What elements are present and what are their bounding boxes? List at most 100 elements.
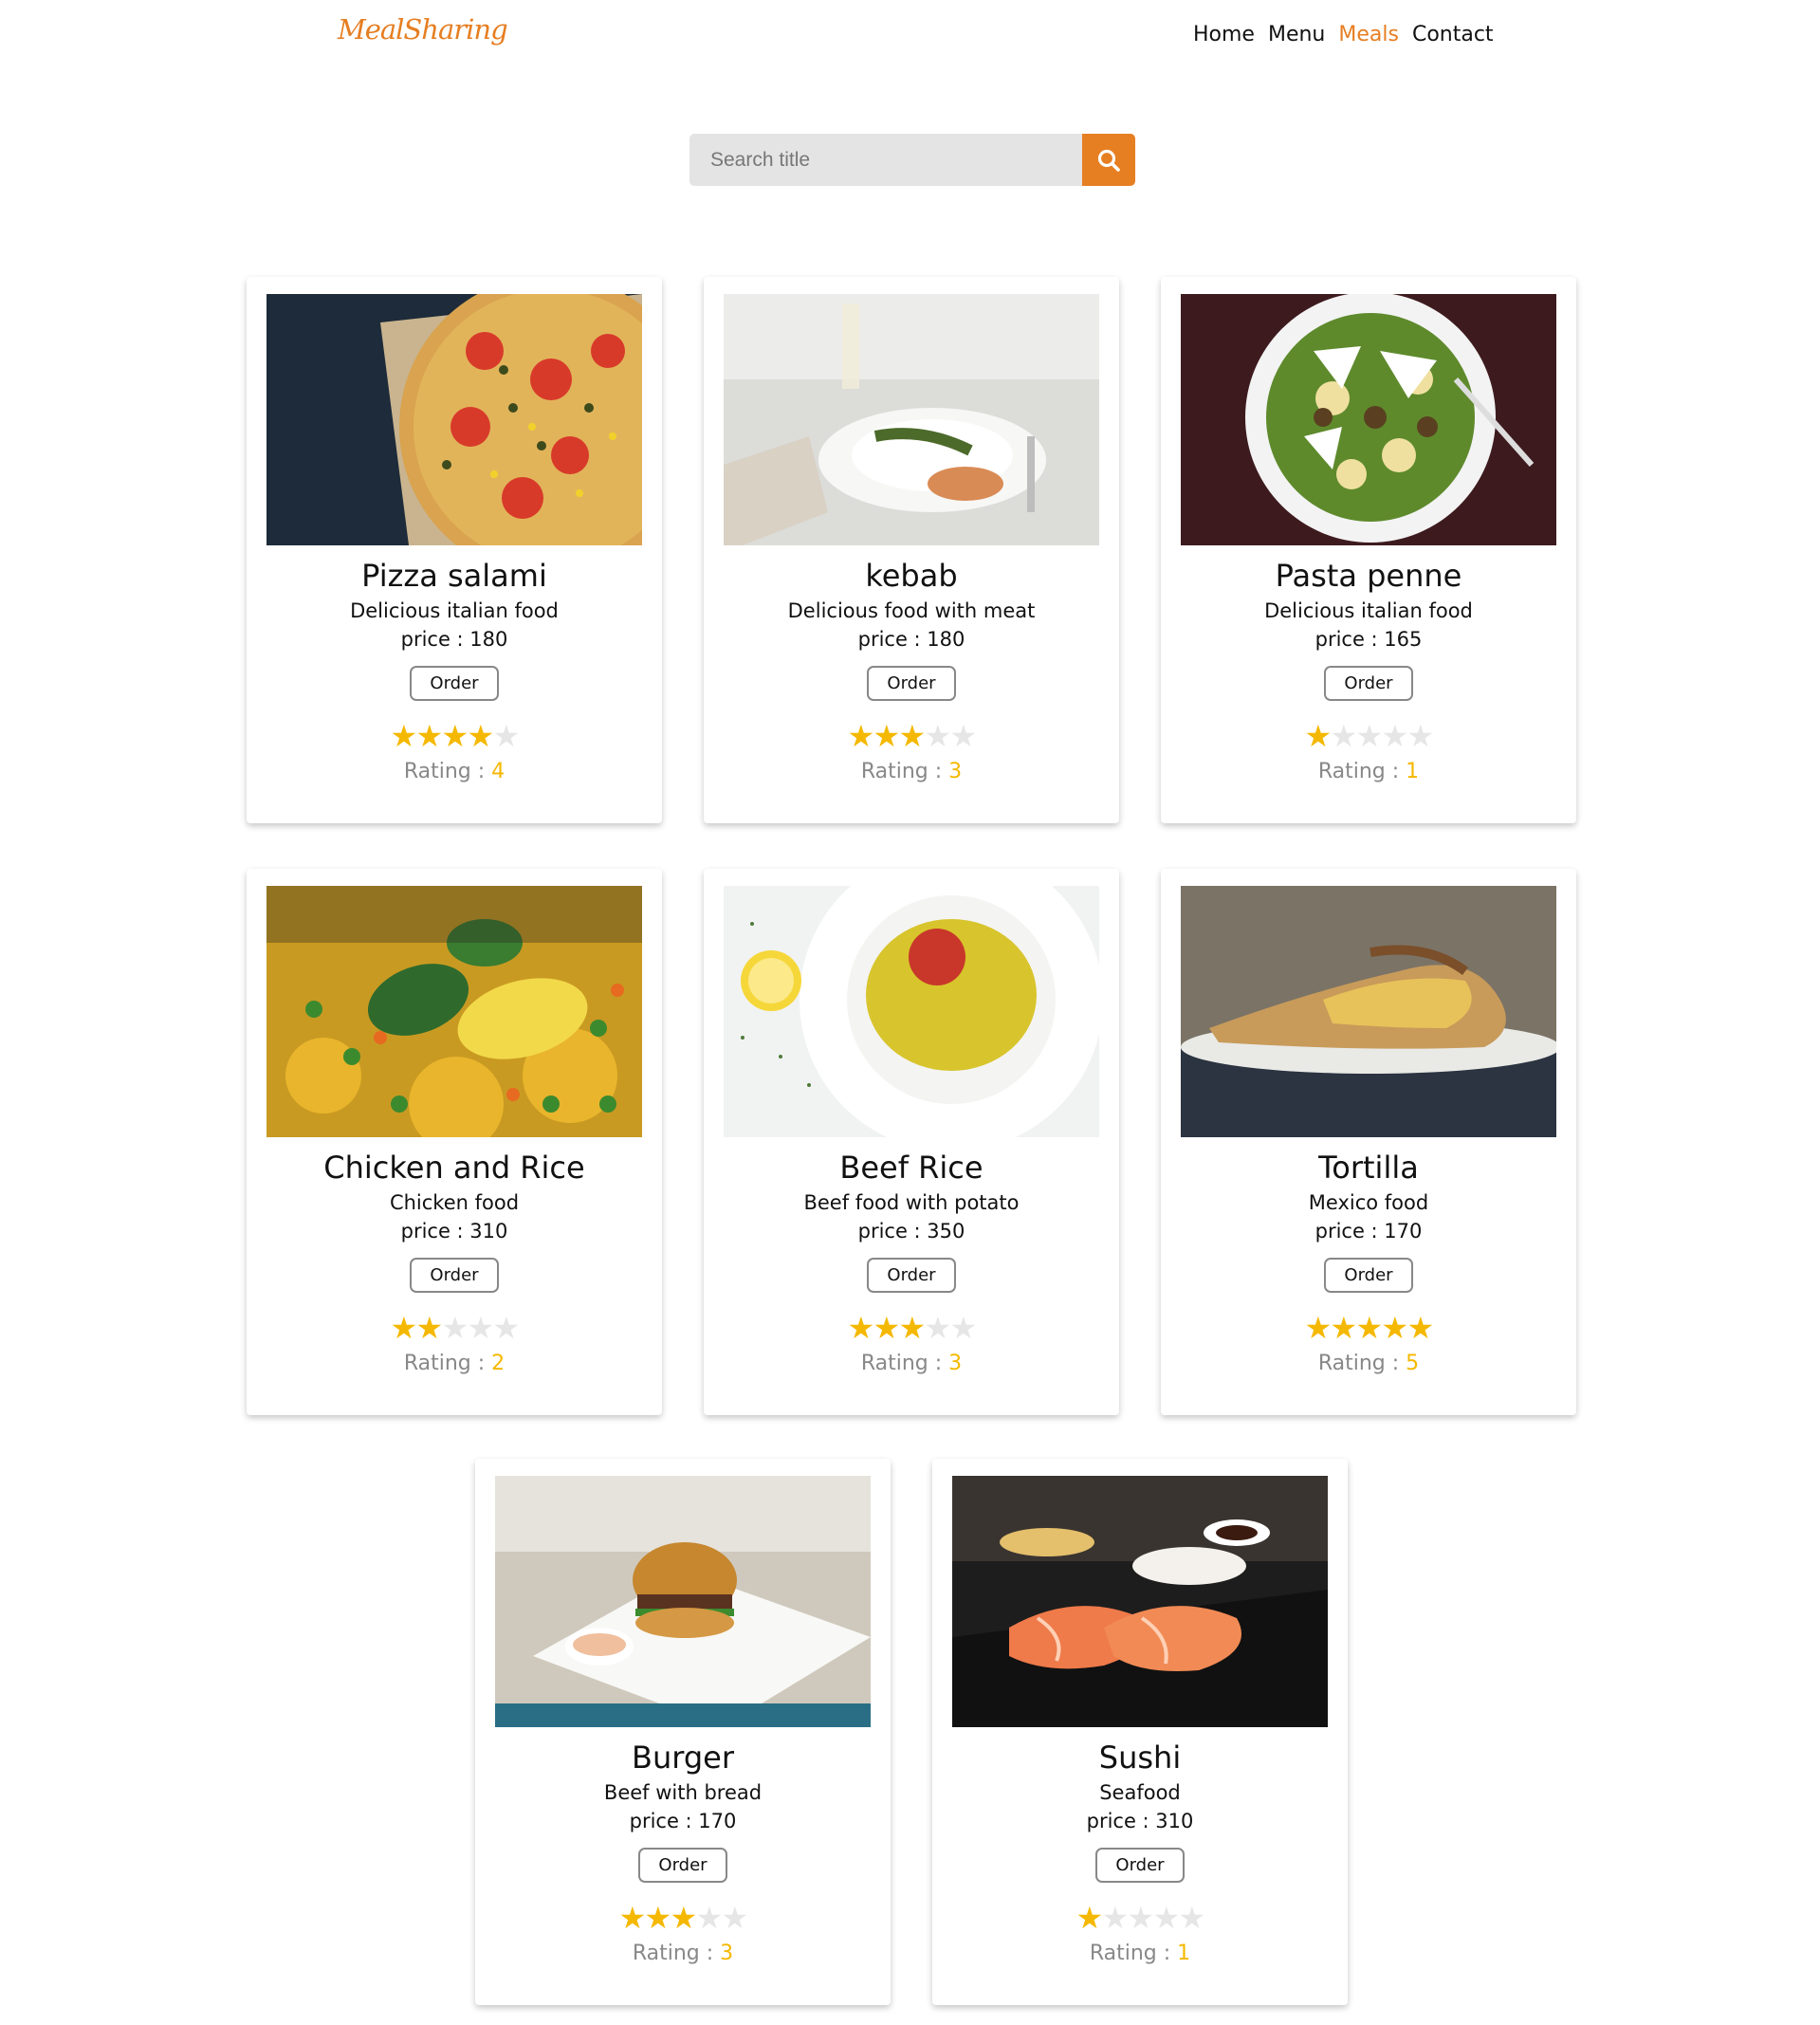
star-icon: ★ <box>949 718 978 754</box>
search-icon <box>1097 149 1120 172</box>
order-button[interactable]: Order <box>1095 1848 1185 1883</box>
star-icon: ★ <box>1127 1900 1155 1936</box>
rating-value: 5 <box>1406 1352 1420 1375</box>
order-button[interactable]: Order <box>867 666 956 701</box>
rating-label: Rating : <box>403 1352 492 1375</box>
meal-price: price : 165 <box>1314 628 1423 651</box>
star-icon: ★ <box>949 1310 978 1346</box>
meal-card[interactable]: Pasta penne Delicious italian food price… <box>1161 277 1576 823</box>
rating-value: 3 <box>948 760 963 783</box>
star-rating: ★ ★ ★ ★ ★ <box>704 1313 1119 1343</box>
meal-title: Beef Rice <box>839 1150 984 1186</box>
star-icon: ★ <box>695 1900 724 1936</box>
rating-value: 3 <box>948 1352 963 1375</box>
meal-photo <box>1181 886 1556 1137</box>
star-icon: ★ <box>1381 1310 1409 1346</box>
order-button[interactable]: Order <box>1324 1258 1413 1293</box>
star-icon: ★ <box>670 1900 698 1936</box>
meal-photo <box>267 886 642 1137</box>
rating-text: Rating : 3 <box>475 1942 891 1965</box>
star-icon: ★ <box>1152 1900 1181 1936</box>
rating-value: 2 <box>491 1352 506 1375</box>
meal-card[interactable]: Beef Rice Beef food with potato price : … <box>704 869 1119 1415</box>
meal-photo <box>1181 294 1556 545</box>
meal-title: Pizza salami <box>361 558 547 594</box>
star-icon: ★ <box>1381 718 1409 754</box>
nav-home[interactable]: Home <box>1193 23 1255 46</box>
star-icon: ★ <box>1330 1310 1358 1346</box>
meal-photo <box>267 294 642 545</box>
star-icon: ★ <box>873 718 901 754</box>
star-icon: ★ <box>898 718 927 754</box>
tortilla-image <box>1181 886 1556 1137</box>
rating-text: Rating : 1 <box>1161 760 1576 783</box>
star-icon: ★ <box>390 1310 418 1346</box>
rating-label: Rating : <box>860 760 949 783</box>
rating-value: 4 <box>491 760 506 783</box>
meal-description: Chicken food <box>389 1191 520 1214</box>
star-icon: ★ <box>467 1310 495 1346</box>
nav-contact[interactable]: Contact <box>1412 23 1494 46</box>
kebab-image <box>724 294 1099 545</box>
star-icon: ★ <box>1406 1310 1435 1346</box>
star-icon: ★ <box>1101 1900 1130 1936</box>
rating-label: Rating : <box>1317 1352 1406 1375</box>
rice-image <box>267 886 642 1137</box>
meal-price: price : 180 <box>857 628 965 651</box>
nav-meals[interactable]: Meals <box>1338 23 1399 46</box>
rating-text: Rating : 4 <box>247 760 662 783</box>
star-icon: ★ <box>873 1310 901 1346</box>
meal-title: Burger <box>632 1740 734 1776</box>
meal-description: Seafood <box>1099 1781 1181 1804</box>
search-input[interactable] <box>689 134 1082 186</box>
meal-card[interactable]: Pizza salami Delicious italian food pric… <box>247 277 662 823</box>
meal-photo <box>952 1476 1328 1727</box>
star-rating: ★ ★ ★ ★ ★ <box>1161 721 1576 751</box>
star-icon: ★ <box>390 718 418 754</box>
meal-price: price : 310 <box>1086 1810 1194 1832</box>
nav-menu[interactable]: Menu <box>1268 23 1325 46</box>
rating-label: Rating : <box>860 1352 949 1375</box>
meal-price: price : 350 <box>857 1220 965 1243</box>
order-button[interactable]: Order <box>410 666 499 701</box>
meal-description: Delicious italian food <box>350 599 559 622</box>
meal-title: Pasta penne <box>1275 558 1462 594</box>
star-icon: ★ <box>847 1310 875 1346</box>
star-icon: ★ <box>1304 718 1333 754</box>
meal-photo <box>724 294 1099 545</box>
beefrice-image <box>724 886 1099 1137</box>
star-icon: ★ <box>924 718 952 754</box>
meal-description: Beef with bread <box>603 1781 763 1804</box>
meal-photo <box>724 886 1099 1137</box>
meal-card[interactable]: kebab Delicious food with meat price : 1… <box>704 277 1119 823</box>
star-icon: ★ <box>1406 718 1435 754</box>
order-button[interactable]: Order <box>867 1258 956 1293</box>
rating-text: Rating : 5 <box>1161 1352 1576 1375</box>
star-rating: ★ ★ ★ ★ ★ <box>932 1903 1348 1933</box>
star-icon: ★ <box>924 1310 952 1346</box>
meal-card[interactable]: Tortilla Mexico food price : 170 Order ★… <box>1161 869 1576 1415</box>
rating-text: Rating : 1 <box>932 1942 1348 1965</box>
search-button[interactable] <box>1082 134 1135 186</box>
star-icon: ★ <box>1355 718 1384 754</box>
order-button[interactable]: Order <box>638 1848 727 1883</box>
meal-price: price : 170 <box>629 1810 737 1832</box>
star-icon: ★ <box>1355 1310 1384 1346</box>
meal-title: kebab <box>865 558 958 594</box>
meal-card[interactable]: Burger Beef with bread price : 170 Order… <box>475 1459 891 2005</box>
meal-photo <box>495 1476 871 1727</box>
rating-label: Rating : <box>1089 1942 1178 1965</box>
search-bar <box>689 134 1135 186</box>
star-icon: ★ <box>1075 1900 1104 1936</box>
site-logo[interactable]: MealSharing <box>338 13 508 46</box>
rating-text: Rating : 3 <box>704 760 1119 783</box>
rating-text: Rating : 3 <box>704 1352 1119 1375</box>
meal-card[interactable]: Chicken and Rice Chicken food price : 31… <box>247 869 662 1415</box>
star-icon: ★ <box>441 718 469 754</box>
order-button[interactable]: Order <box>410 1258 499 1293</box>
meal-description: Delicious italian food <box>1264 599 1473 622</box>
order-button[interactable]: Order <box>1324 666 1413 701</box>
star-rating: ★ ★ ★ ★ ★ <box>247 721 662 751</box>
meal-card[interactable]: Sushi Seafood price : 310 Order ★ ★ ★ ★ ★ Ra… <box>932 1459 1348 2005</box>
sushi-image <box>952 1476 1328 1727</box>
